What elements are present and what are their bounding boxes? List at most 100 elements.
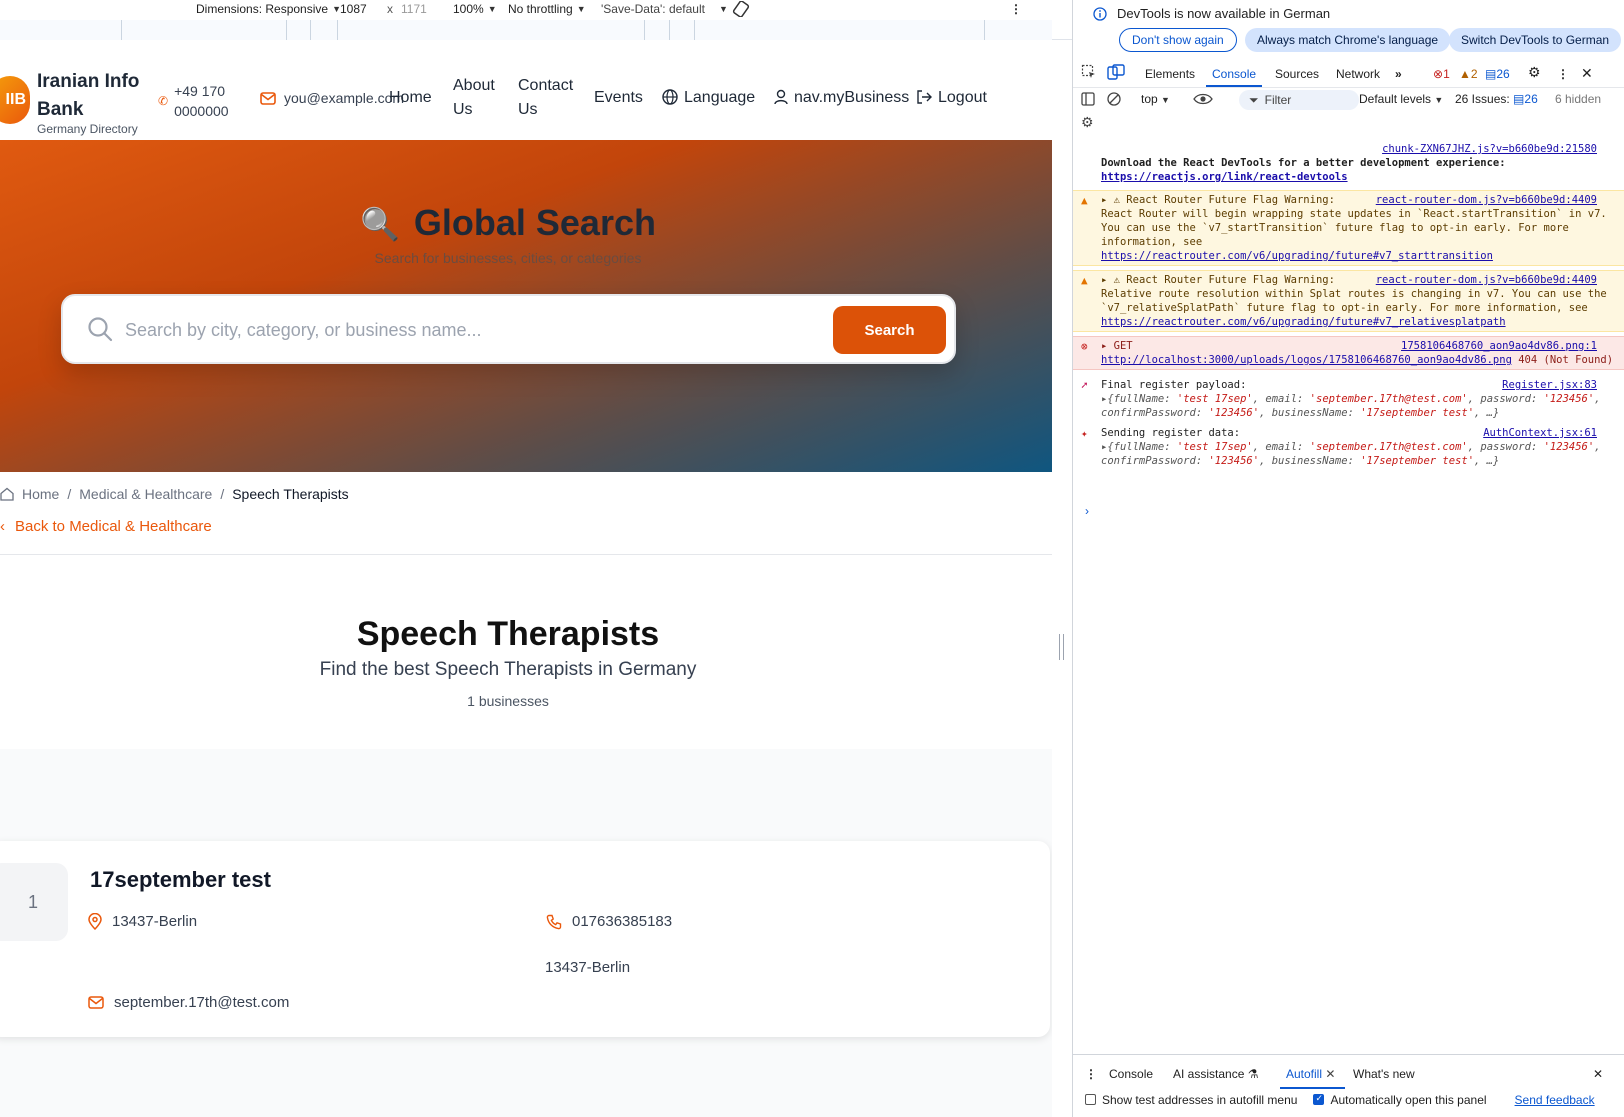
more-options-icon[interactable]: ⋮ bbox=[1010, 0, 1022, 18]
language-infobar: DevTools is now available in German bbox=[1093, 6, 1330, 21]
tab-network[interactable]: Network bbox=[1336, 67, 1380, 81]
site-logo[interactable]: IIB bbox=[0, 76, 30, 124]
message-text: Download the React DevTools for a better… bbox=[1101, 157, 1506, 169]
business-list: 1 17september test 13437-Berlin 01763638… bbox=[0, 749, 1052, 1117]
throttling-select[interactable]: No throttling ▼ bbox=[508, 0, 586, 18]
caret-down-icon: ▼ bbox=[487, 4, 497, 14]
context-select[interactable]: top ▼ bbox=[1141, 92, 1170, 106]
source-link[interactable]: react-router-dom.js?v=b660be9d:4409 bbox=[1376, 193, 1597, 207]
chevron-left-icon: ‹ bbox=[0, 518, 5, 535]
option-label: Automatically open this panel bbox=[1330, 1093, 1487, 1107]
send-feedback-link[interactable]: Send feedback bbox=[1515, 1093, 1595, 1107]
more-options-icon[interactable]: ⋮ bbox=[1557, 67, 1569, 81]
issues-link[interactable]: 26 Issues: ▤26 bbox=[1455, 92, 1538, 106]
breadcrumb-home[interactable]: Home bbox=[22, 486, 59, 502]
home-icon[interactable] bbox=[0, 487, 14, 501]
drawer-tab-console[interactable]: Console bbox=[1109, 1067, 1153, 1081]
category-subtitle: Find the best Speech Therapists in Germa… bbox=[319, 659, 697, 680]
more-tabs-icon[interactable]: » bbox=[1395, 67, 1402, 81]
show-test-addresses-checkbox[interactable]: Show test addresses in autofill menu bbox=[1085, 1093, 1297, 1107]
devtools-splitter[interactable] bbox=[1052, 40, 1072, 1117]
save-data-select[interactable]: 'Save-Data': default ▼ bbox=[601, 0, 728, 18]
console-warning: ▲ react-router-dom.js?v=b660be9d:4409 ▸ … bbox=[1073, 270, 1624, 332]
console-settings-icon[interactable]: ⚙ bbox=[1081, 114, 1094, 131]
dimensions-label: Dimensions: Responsive bbox=[196, 2, 329, 16]
warning-link[interactable]: https://reactrouter.com/v6/upgrading/fut… bbox=[1101, 316, 1506, 328]
issues-label: 26 Issues: bbox=[1455, 92, 1510, 106]
nav-events[interactable]: Events bbox=[594, 86, 643, 110]
sidebar-toggle-icon[interactable] bbox=[1081, 92, 1095, 106]
settings-icon[interactable]: ⚙ bbox=[1528, 64, 1541, 81]
obj-confirm: '123456' bbox=[1208, 455, 1260, 467]
source-link[interactable]: Register.jsx:83 bbox=[1502, 378, 1597, 392]
console-prompt[interactable]: › bbox=[1085, 504, 1089, 518]
log-object[interactable]: ▸{fullName: 'test 17sep', email: 'septem… bbox=[1101, 440, 1617, 468]
console-toolbar: top ▼ ⏷ Filter Default levels ▼ 26 Issues… bbox=[1073, 88, 1624, 112]
breadcrumb: Home / Medical & Healthcare / Speech The… bbox=[0, 486, 349, 502]
search-input[interactable] bbox=[125, 314, 725, 346]
source-link[interactable]: react-router-dom.js?v=b660be9d:4409 bbox=[1376, 273, 1597, 287]
clear-console-icon[interactable] bbox=[1107, 92, 1121, 106]
width-input[interactable] bbox=[340, 1, 384, 17]
business-card[interactable]: 1 17september test 13437-Berlin 01763638… bbox=[0, 841, 1050, 1037]
switch-language-button[interactable]: Switch DevTools to German bbox=[1449, 28, 1622, 52]
business-name[interactable]: 17september test bbox=[90, 867, 271, 893]
rotate-icon[interactable] bbox=[732, 0, 750, 18]
dimensions-select[interactable]: Dimensions: Responsive ▼ bbox=[196, 0, 341, 18]
breadcrumb-current: Speech Therapists bbox=[232, 486, 349, 502]
search-button[interactable]: Search bbox=[833, 306, 946, 354]
log-object[interactable]: ▸{fullName: 'test 17sep', email: 'septem… bbox=[1101, 392, 1617, 420]
business-phone[interactable]: 017636385183 bbox=[546, 913, 672, 930]
checkbox-unchecked[interactable] bbox=[1085, 1094, 1096, 1105]
tab-elements[interactable]: Elements bbox=[1145, 67, 1195, 81]
breadcrumb-separator: / bbox=[220, 486, 225, 502]
resize-grip[interactable] bbox=[1059, 634, 1064, 660]
expand-arrow-icon[interactable]: ▸ bbox=[1101, 194, 1107, 206]
media-query-ruler[interactable] bbox=[0, 20, 1072, 40]
source-link[interactable]: 1758106468760_aon9ao4dv86.png:1 bbox=[1401, 339, 1597, 353]
close-tab-icon[interactable]: ✕ bbox=[1325, 1067, 1335, 1081]
expand-arrow-icon[interactable]: ▸ bbox=[1101, 274, 1107, 286]
error-count[interactable]: ⊗1 bbox=[1433, 67, 1450, 81]
zoom-select[interactable]: 100% ▼ bbox=[453, 0, 497, 18]
nav-logout[interactable]: Logout bbox=[916, 86, 987, 110]
drawer-tab-ai[interactable]: AI assistance ⚗ bbox=[1173, 1067, 1258, 1081]
auto-open-panel-checkbox[interactable]: Automatically open this panel bbox=[1313, 1093, 1487, 1107]
warning-link[interactable]: https://reactrouter.com/v6/upgrading/fut… bbox=[1101, 250, 1493, 262]
issues-badge[interactable]: ▤26 bbox=[1485, 67, 1510, 81]
tab-sources[interactable]: Sources bbox=[1275, 67, 1319, 81]
inspect-icon[interactable] bbox=[1081, 64, 1097, 80]
nav-contact[interactable]: Contact Us bbox=[518, 74, 578, 122]
dont-show-again-button[interactable]: Don't show again bbox=[1119, 28, 1237, 52]
eye-icon[interactable] bbox=[1193, 92, 1213, 106]
brand-name[interactable]: Iranian Info Bank bbox=[37, 68, 147, 124]
category-title: Speech Therapists bbox=[356, 615, 660, 653]
close-drawer-icon[interactable]: ✕ bbox=[1593, 1067, 1603, 1081]
match-language-button[interactable]: Always match Chrome's language bbox=[1245, 28, 1451, 52]
warning-count[interactable]: ▲2 bbox=[1459, 67, 1478, 81]
source-link[interactable]: AuthContext.jsx:61 bbox=[1483, 426, 1597, 440]
nav-my-business[interactable]: nav.myBusiness bbox=[774, 86, 909, 110]
filter-input[interactable]: ⏷ Filter bbox=[1239, 90, 1359, 110]
close-devtools-icon[interactable]: ✕ bbox=[1581, 65, 1593, 82]
business-email[interactable]: september.17th@test.com bbox=[88, 994, 289, 1011]
drawer-tab-whats-new[interactable]: What's new bbox=[1353, 1067, 1415, 1081]
throttling-label: No throttling bbox=[508, 2, 573, 16]
nav-language[interactable]: Language bbox=[662, 86, 755, 110]
checkbox-checked[interactable] bbox=[1313, 1093, 1325, 1105]
device-toggle-icon[interactable] bbox=[1107, 64, 1125, 80]
source-link[interactable]: chunk-ZXN67JHZ.js?v=b660be9d:21580 bbox=[1382, 142, 1597, 156]
error-link[interactable]: http://localhost:3000/uploads/logos/1758… bbox=[1101, 354, 1512, 366]
nav-home[interactable]: Home bbox=[389, 86, 432, 110]
message-link[interactable]: https://reactjs.org/link/react-devtools bbox=[1101, 171, 1348, 183]
expand-arrow-icon[interactable]: ▸ bbox=[1101, 340, 1107, 352]
tab-console[interactable]: Console bbox=[1205, 67, 1263, 87]
back-link[interactable]: ‹ Back to Medical & Healthcare bbox=[0, 518, 212, 535]
drawer-tab-autofill[interactable]: Autofill ✕ bbox=[1279, 1067, 1346, 1089]
breadcrumb-category[interactable]: Medical & Healthcare bbox=[79, 486, 212, 502]
height-input[interactable] bbox=[401, 1, 445, 17]
drawer-menu-icon[interactable]: ⋮ bbox=[1085, 1067, 1097, 1081]
nav-about[interactable]: About Us bbox=[453, 74, 505, 122]
console-log: ✦ AuthContext.jsx:61 Sending register da… bbox=[1073, 424, 1624, 470]
log-levels-select[interactable]: Default levels ▼ bbox=[1359, 92, 1443, 106]
